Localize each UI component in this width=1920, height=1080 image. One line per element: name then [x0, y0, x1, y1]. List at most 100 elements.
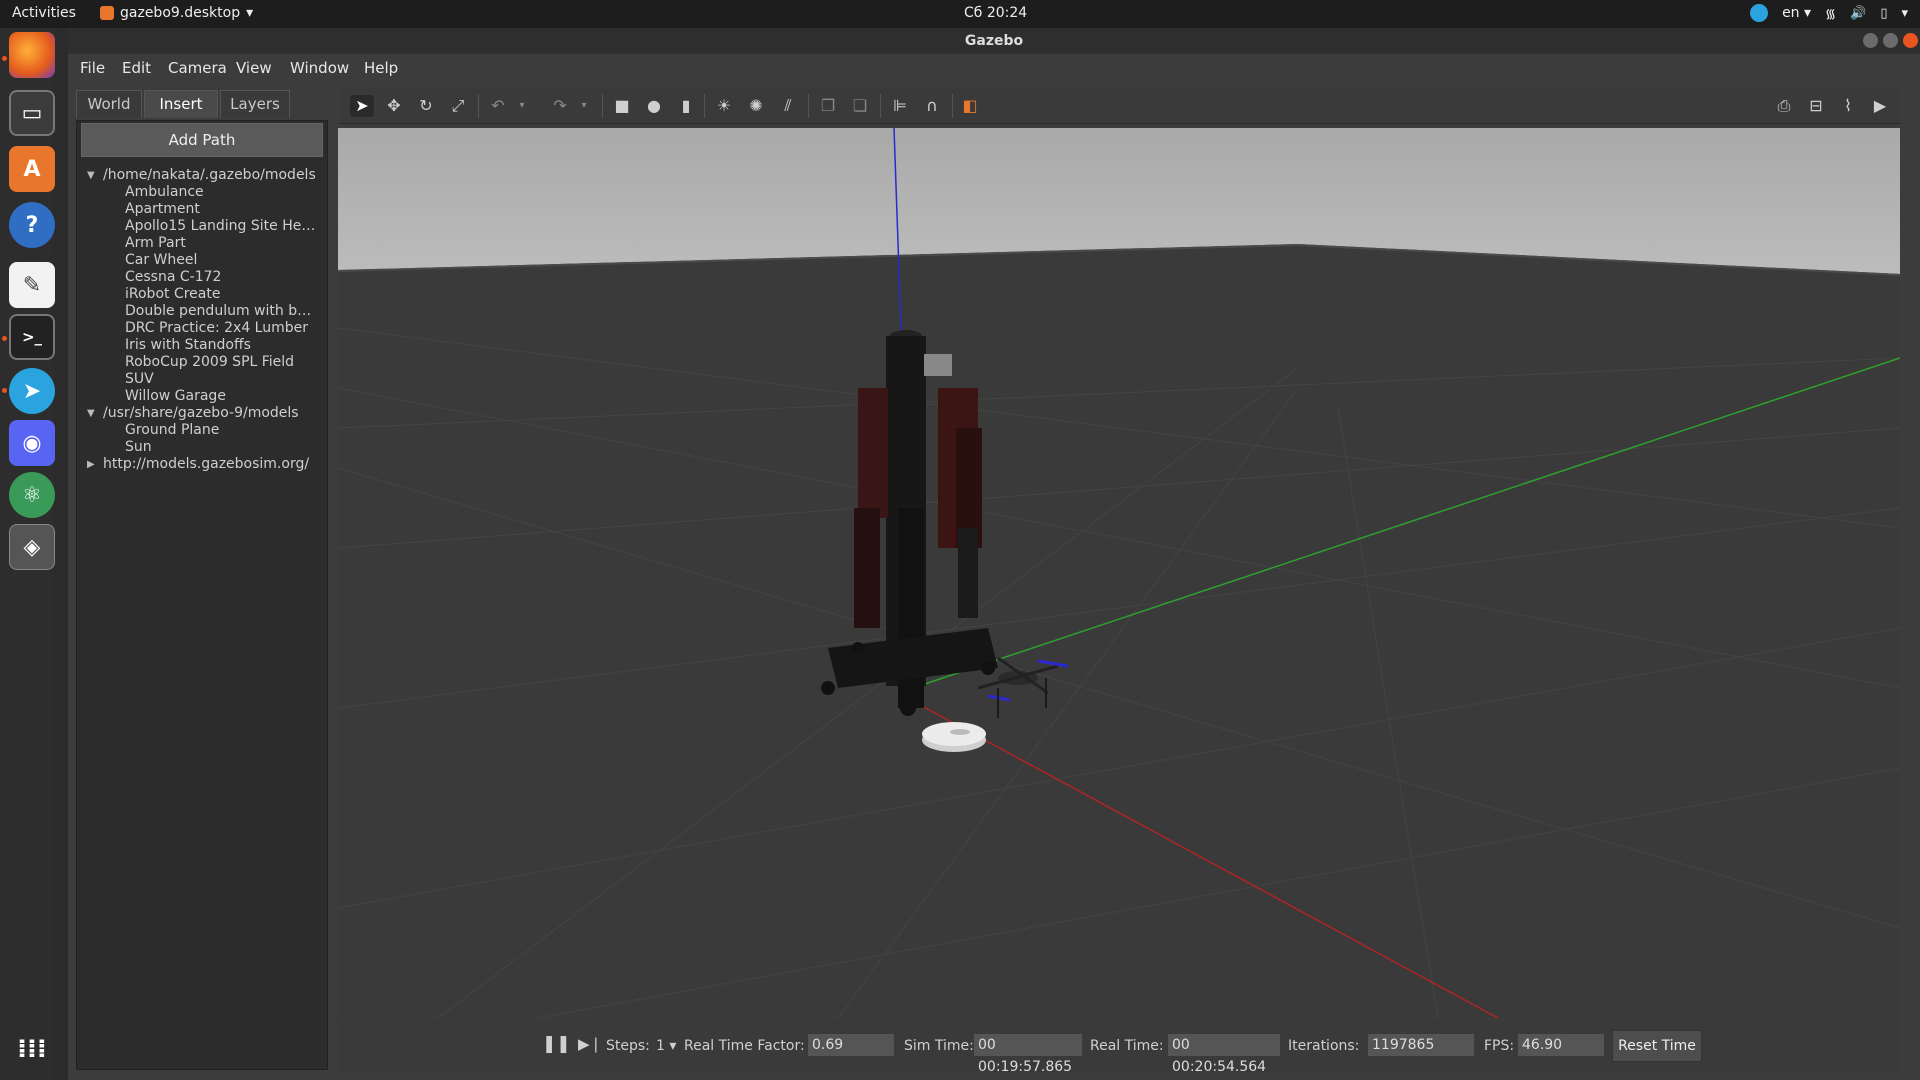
firefox-icon[interactable] — [9, 32, 55, 78]
add-path-button[interactable]: Add Path — [81, 123, 323, 157]
3d-viewport[interactable] — [338, 128, 1900, 1018]
language-indicator[interactable]: en ▾ — [1782, 5, 1811, 21]
model-list-item[interactable]: iRobot Create — [81, 286, 317, 303]
model-list-item[interactable]: SUV — [81, 371, 317, 388]
running-indicator — [2, 56, 7, 61]
undo-dropdown-icon[interactable]: ▾ — [510, 95, 534, 117]
minimize-icon[interactable] — [1863, 33, 1878, 48]
tab-world[interactable]: World — [76, 90, 142, 118]
discord-icon[interactable]: ◉ — [9, 420, 55, 466]
menu-help[interactable]: Help — [364, 59, 398, 77]
model-list-item[interactable]: Ambulance — [81, 184, 317, 201]
terminal-icon[interactable]: >_ — [9, 314, 55, 360]
expanded-arrow-icon[interactable]: ▼ — [87, 405, 95, 422]
tree-root-label: /home/nakata/.gazebo/models — [103, 167, 316, 183]
tree-root-label: http://models.gazebosim.org/ — [103, 456, 310, 472]
pause-icon[interactable]: ❚❚ — [542, 1034, 571, 1054]
tree-root-label: /usr/share/gazebo-9/models — [103, 405, 299, 421]
model-list-item[interactable]: Apollo15 Landing Site Hei... — [81, 218, 317, 235]
expanded-arrow-icon[interactable]: ▼ — [87, 167, 95, 184]
tab-insert[interactable]: Insert — [144, 90, 218, 118]
model-list-item[interactable]: Willow Garage — [81, 388, 317, 405]
model-list-item[interactable]: Arm Part — [81, 235, 317, 252]
sphere-icon[interactable]: ● — [642, 95, 666, 117]
model-list-item[interactable]: RoboCup 2009 SPL Field — [81, 354, 317, 371]
menu-edit[interactable]: Edit — [122, 59, 151, 77]
files-icon[interactable]: ▭ — [9, 90, 55, 136]
collapsed-arrow-icon[interactable]: ▶ — [87, 456, 95, 473]
toolbar-separator — [704, 94, 705, 118]
select-arrow-icon[interactable]: ➤ — [350, 95, 374, 117]
step-icon[interactable]: ▶❘ — [578, 1035, 602, 1053]
gazebo-icon[interactable]: ◈ — [9, 524, 55, 570]
point-light-icon[interactable]: ☀ — [712, 95, 736, 117]
volume-icon[interactable]: 🔊 — [1850, 6, 1866, 21]
menu-bar: File Edit Camera View Window Help — [68, 54, 1920, 82]
clock[interactable]: Сб 20:24 — [964, 5, 1027, 21]
record-icon[interactable]: ▶ — [1868, 95, 1892, 117]
model-list-item[interactable]: DRC Practice: 2x4 Lumber — [81, 320, 317, 337]
redo-dropdown-icon[interactable]: ▾ — [572, 95, 596, 117]
scale-icon[interactable]: ⤢ — [446, 95, 470, 117]
model-list-item[interactable]: Double pendulum with base — [81, 303, 317, 320]
software-center-icon[interactable]: A — [9, 146, 55, 192]
tree-root-item[interactable]: ▼ /usr/share/gazebo-9/models — [81, 405, 325, 422]
model-list-item[interactable]: Iris with Standoffs — [81, 337, 317, 354]
copy-icon[interactable]: ❐ — [816, 95, 840, 117]
steps-label: Steps: — [606, 1038, 650, 1054]
iterations-value: 1197865 — [1368, 1034, 1474, 1056]
menu-window[interactable]: Window — [290, 59, 349, 77]
maximize-icon[interactable] — [1883, 33, 1898, 48]
paste-icon[interactable]: ❏ — [848, 95, 872, 117]
app-menu[interactable]: gazebo9.desktop ▾ — [100, 5, 253, 21]
battery-icon[interactable]: ▯ — [1880, 6, 1887, 21]
redo-icon[interactable]: ↷ — [548, 95, 572, 117]
menu-view[interactable]: View — [236, 59, 272, 77]
model-list-item[interactable]: Apartment — [81, 201, 317, 218]
cylinder-icon[interactable]: ▮ — [674, 95, 698, 117]
menu-camera[interactable]: Camera — [168, 59, 227, 77]
telegram-icon[interactable]: ➤ — [9, 368, 55, 414]
grid-icon[interactable]: ⁞⁞⁞ — [9, 1026, 55, 1072]
view-angle-icon[interactable]: ◧ — [958, 95, 982, 117]
directional-light-icon[interactable]: ⫽ — [776, 95, 800, 117]
snap-icon[interactable]: ∩ — [920, 95, 944, 117]
app-menu-label: gazebo9.desktop — [120, 5, 241, 21]
translate-icon[interactable]: ✥ — [382, 95, 406, 117]
dock: ▭ A ? ✎ >_ ➤ ◉ ⚛ ◈ ⁞⁞⁞ — [0, 28, 55, 1080]
screenshot-icon[interactable]: ⎙ — [1772, 95, 1796, 117]
model-list-item[interactable]: Ground Plane — [81, 422, 317, 439]
model-list-item[interactable]: Cessna C-172 — [81, 269, 317, 286]
rotate-icon[interactable]: ↻ — [414, 95, 438, 117]
activities-button[interactable]: Activities — [12, 5, 76, 21]
toolbar-separator — [808, 94, 809, 118]
plot-icon[interactable]: ⌇ — [1836, 95, 1860, 117]
text-editor-icon[interactable]: ✎ — [9, 262, 55, 308]
sim-time-value: 00 00:19:57.865 — [974, 1034, 1082, 1075]
fps-label: FPS: — [1484, 1038, 1515, 1054]
system-menu-chevron-icon[interactable]: ▾ — [1901, 6, 1908, 21]
irobot-create-model[interactable] — [922, 722, 986, 752]
log-icon[interactable]: ⊟ — [1804, 95, 1828, 117]
help-icon[interactable]: ? — [9, 202, 55, 248]
tree-root-item[interactable]: ▶ http://models.gazebosim.org/ — [81, 456, 325, 473]
model-list-item[interactable]: Sun — [81, 439, 317, 456]
menu-file[interactable]: File — [80, 59, 105, 77]
close-icon[interactable] — [1903, 33, 1918, 48]
toolbar-separator — [880, 94, 881, 118]
running-indicator — [2, 336, 7, 341]
wifi-icon[interactable]: ᯾ — [1825, 4, 1836, 22]
window-titlebar[interactable]: Gazebo — [68, 28, 1920, 54]
reset-time-button[interactable]: Reset Time — [1612, 1030, 1702, 1062]
align-icon[interactable]: ⊫ — [888, 95, 912, 117]
steps-spinbox[interactable]: 1 ▾ — [656, 1038, 676, 1054]
box-icon[interactable]: ■ — [610, 95, 634, 117]
spot-light-icon[interactable]: ✺ — [744, 95, 768, 117]
tree-root-item[interactable]: ▼ /home/nakata/.gazebo/models — [81, 167, 325, 184]
model-list-item[interactable]: Car Wheel — [81, 252, 317, 269]
telegram-tray-icon[interactable] — [1750, 4, 1769, 22]
tab-layers[interactable]: Layers — [220, 90, 290, 118]
toolbar-separator — [952, 94, 953, 118]
atom-icon[interactable]: ⚛ — [9, 472, 55, 518]
undo-icon[interactable]: ↶ — [486, 95, 510, 117]
